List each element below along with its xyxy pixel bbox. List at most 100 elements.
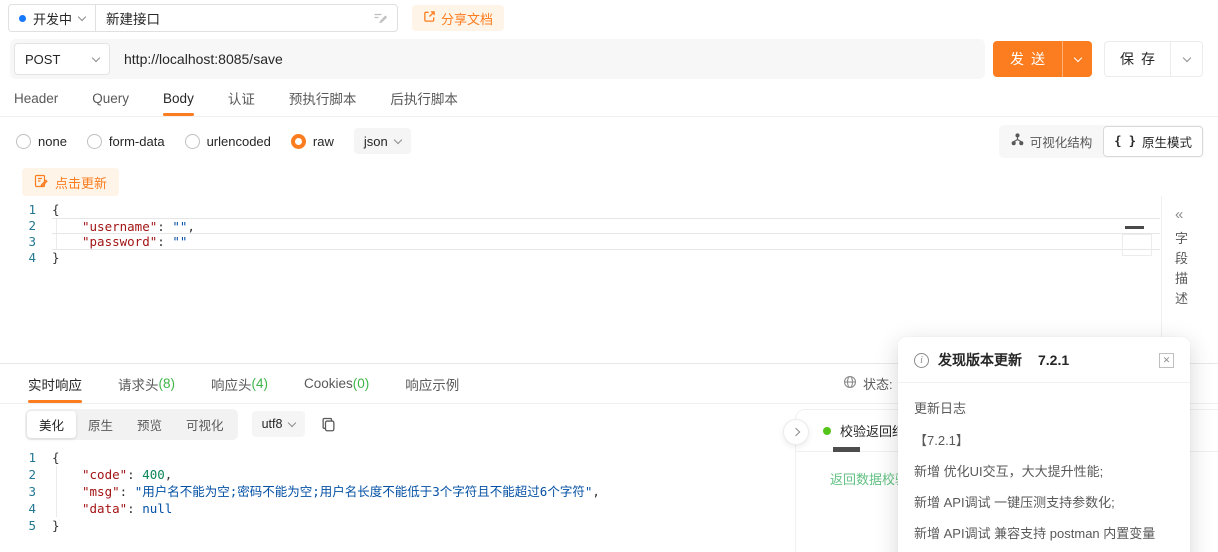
click-update-button[interactable]: 点击更新 xyxy=(22,168,119,196)
tab-request-headers[interactable]: 请求头(8) xyxy=(118,364,175,403)
request-bar: POST http://localhost:8085/save 发送 保存 xyxy=(0,38,1218,80)
tab-body[interactable]: Body xyxy=(163,80,194,116)
view-raw[interactable]: 原生 xyxy=(76,411,125,438)
line-number: 2 xyxy=(0,218,52,234)
view-visualize[interactable]: 可视化 xyxy=(174,411,236,438)
chevron-down-icon xyxy=(288,418,296,426)
line-number: 3 xyxy=(0,234,52,250)
api-name-input[interactable]: 新建接口 xyxy=(96,5,397,31)
tab-count: (4) xyxy=(252,376,269,391)
radio-icon xyxy=(16,134,31,149)
save-dropdown[interactable] xyxy=(1170,42,1202,76)
code-token: , xyxy=(165,467,173,482)
popup-header: i 发现版本更新 7.2.1 ✕ xyxy=(914,350,1174,370)
tab-header[interactable]: Header xyxy=(14,80,58,116)
response-body-editor[interactable]: 1 { 2 "code": 400, 3 "msg": "用户名不能为空;密码不… xyxy=(0,449,795,552)
radio-label: form-data xyxy=(109,134,165,149)
code-line: 3 "password": "" xyxy=(0,234,1160,250)
radio-raw[interactable]: raw xyxy=(291,134,334,149)
view-beautify[interactable]: 美化 xyxy=(27,411,76,438)
share-doc-button[interactable]: 分享文档 xyxy=(412,5,504,31)
minimap-text-dash xyxy=(833,447,860,452)
close-icon[interactable]: ✕ xyxy=(1159,353,1174,368)
api-name-text: 新建接口 xyxy=(106,8,160,28)
tab-cookies[interactable]: Cookies(0) xyxy=(304,364,369,403)
collapse-panel-button[interactable] xyxy=(783,419,809,445)
code-line: 3 "msg": "用户名不能为空;密码不能为空;用户名长度不能低于3个字符且不… xyxy=(0,483,795,500)
radio-urlencoded[interactable]: urlencoded xyxy=(185,134,271,149)
status-label: 状态: xyxy=(863,374,893,393)
chevron-right-icon xyxy=(792,428,800,436)
radio-label: none xyxy=(38,134,67,149)
line-number: 4 xyxy=(0,250,52,266)
top-bar: 开发中 新建接口 分享文档 xyxy=(0,0,1218,36)
code-line: 4 "data": null xyxy=(0,500,795,517)
code-line: 1 { xyxy=(0,449,795,466)
share-icon xyxy=(423,10,436,26)
validation-result-label: 校验返回结 xyxy=(840,421,905,440)
view-preview[interactable]: 预览 xyxy=(125,411,174,438)
tab-label: 请求头 xyxy=(118,374,159,394)
radio-label: raw xyxy=(313,134,334,149)
code-token: : xyxy=(127,467,142,482)
changelog-title: 更新日志 xyxy=(914,398,1174,417)
encoding-select[interactable]: utf8 xyxy=(252,411,306,437)
tab-response-example[interactable]: 响应示例 xyxy=(405,364,459,403)
response-status: 状态: xyxy=(843,364,893,403)
view-mode-segmented: 美化 原生 预览 可视化 xyxy=(25,409,238,440)
code-line: 2 "username": "", xyxy=(0,218,1160,234)
raw-format-select[interactable]: json xyxy=(354,128,411,154)
send-label: 发送 xyxy=(993,41,1062,77)
share-label: 分享文档 xyxy=(441,9,493,28)
tab-pre-script[interactable]: 预执行脚本 xyxy=(289,80,357,116)
send-dropdown[interactable] xyxy=(1062,41,1092,77)
minimap-viewport[interactable] xyxy=(1122,234,1152,256)
tab-label: 响应头 xyxy=(211,374,252,394)
radio-none[interactable]: none xyxy=(16,134,67,149)
api-status-select[interactable]: 开发中 xyxy=(9,5,96,31)
field-description-sidebar: « 字 段 描 述 xyxy=(1161,196,1218,360)
sidebar-title-char: 字 xyxy=(1175,229,1218,249)
document-edit-icon xyxy=(34,174,48,191)
line-number: 5 xyxy=(0,517,52,534)
tab-query[interactable]: Query xyxy=(92,80,129,116)
radio-icon xyxy=(87,134,102,149)
radio-selected-icon xyxy=(291,134,306,149)
changelog-item: 新增 API调试 一键压测支持参数化; xyxy=(914,493,1174,513)
status-dot-icon xyxy=(823,427,831,435)
send-button[interactable]: 发送 xyxy=(993,41,1092,77)
url-field[interactable]: POST http://localhost:8085/save xyxy=(10,39,985,79)
radio-form-data[interactable]: form-data xyxy=(87,134,165,149)
save-button-group: 保存 xyxy=(1104,41,1203,77)
expand-panel-icon[interactable]: « xyxy=(1175,206,1218,223)
raw-mode-button[interactable]: { } 原生模式 xyxy=(1103,126,1203,157)
code-token: : xyxy=(157,219,172,234)
line-number: 3 xyxy=(0,483,52,500)
popup-body: 更新日志 【7.2.1】 新增 优化UI交互，大大提升性能; 新增 API调试 … xyxy=(914,398,1174,552)
sidebar-title-char: 描 xyxy=(1175,269,1218,289)
code-token: { xyxy=(52,202,60,217)
code-token: "" xyxy=(172,234,187,249)
tab-response-headers[interactable]: 响应头(4) xyxy=(211,364,268,403)
globe-icon xyxy=(843,375,857,392)
code-line: 2 "code": 400, xyxy=(0,466,795,483)
braces-icon: { } xyxy=(1114,134,1136,148)
tab-post-script[interactable]: 后执行脚本 xyxy=(390,80,458,116)
method-select[interactable]: POST xyxy=(14,43,110,75)
popup-title: 发现版本更新 xyxy=(938,350,1022,370)
radio-label: urlencoded xyxy=(207,134,271,149)
code-token: null xyxy=(142,501,172,516)
changelog-item: 新增 API调试 兼容支持 postman 内置变量 xyxy=(914,524,1174,544)
radio-icon xyxy=(185,134,200,149)
copy-button[interactable] xyxy=(321,417,336,432)
tab-realtime-response[interactable]: 实时响应 xyxy=(28,364,82,403)
line-number: 1 xyxy=(0,449,52,466)
info-icon: i xyxy=(914,353,929,368)
save-button[interactable]: 保存 xyxy=(1105,42,1170,76)
rename-icon[interactable] xyxy=(373,10,387,27)
chevron-down-icon xyxy=(393,135,401,143)
visual-structure-button[interactable]: 可视化结构 xyxy=(1000,126,1104,157)
code-token: , xyxy=(187,219,195,234)
tab-auth[interactable]: 认证 xyxy=(228,80,255,116)
status-label: 开发中 xyxy=(33,9,72,28)
